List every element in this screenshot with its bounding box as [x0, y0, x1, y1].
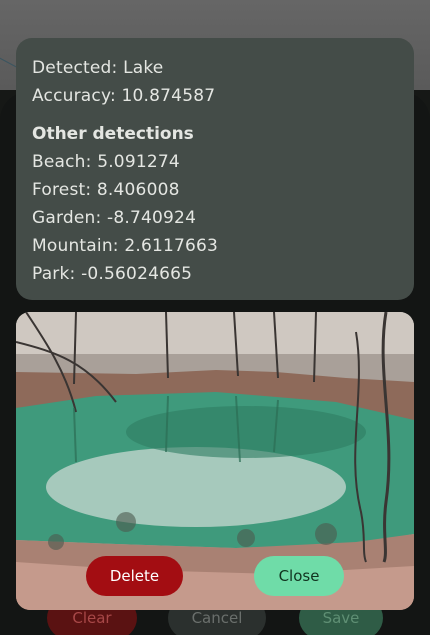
delete-button[interactable]: Delete: [86, 556, 183, 596]
accuracy-label: Accuracy: 10.874587: [32, 86, 216, 106]
detection-item: Park: -0.56024665: [32, 264, 193, 284]
detection-result-panel: Detected: Lake Accuracy: 10.874587 Other…: [16, 38, 414, 300]
other-detections-heading: Other detections: [32, 124, 194, 144]
analyzed-photo: [16, 312, 414, 610]
detection-item: Mountain: 2.6117663: [32, 236, 219, 256]
detection-item: Garden: -8.740924: [32, 208, 197, 228]
close-button[interactable]: Close: [254, 556, 344, 596]
detection-item: Forest: 8.406008: [32, 180, 180, 200]
detected-label: Detected: Lake: [32, 58, 164, 78]
detection-item: Beach: 5.091274: [32, 152, 180, 172]
lake-photo-image: [16, 312, 414, 610]
